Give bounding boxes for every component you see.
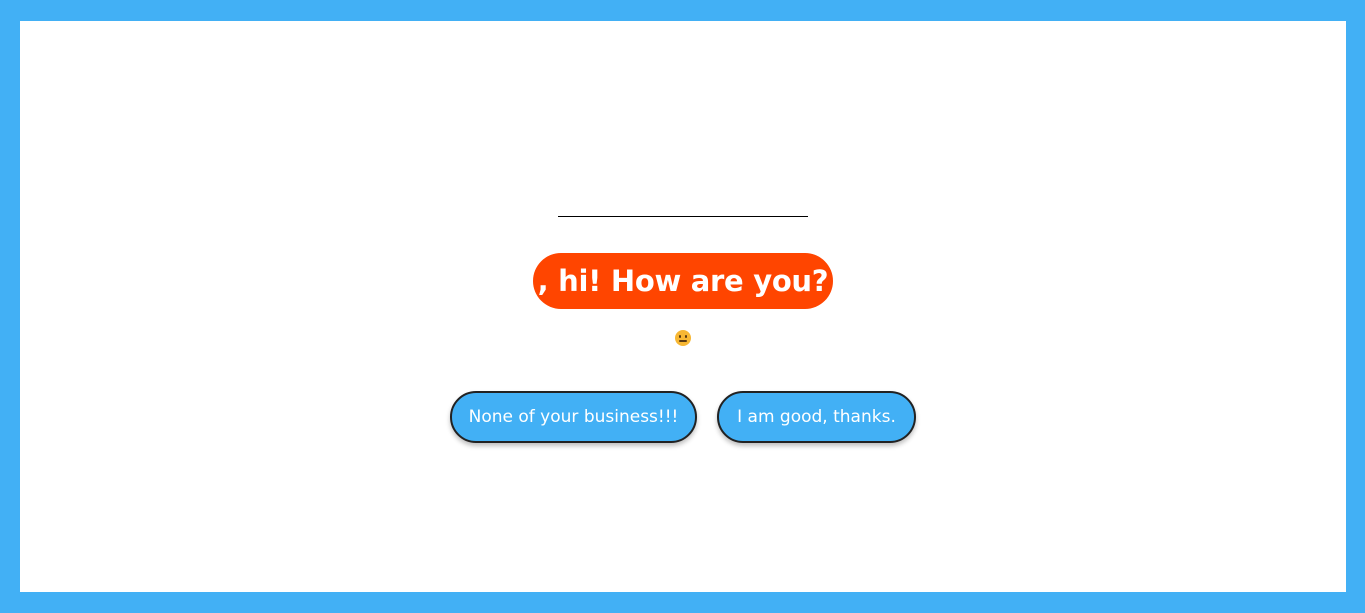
neutral-face-icon <box>675 330 691 346</box>
greeting-bubble: , hi! How are you? <box>533 253 833 309</box>
reply-good-thanks-button[interactable]: I am good, thanks. <box>717 391 916 443</box>
name-input[interactable] <box>558 181 808 217</box>
app-frame: , hi! How are you? None of your business… <box>20 21 1346 592</box>
reply-none-of-your-business-button[interactable]: None of your business!!! <box>450 391 697 443</box>
emoji-right-eye <box>685 335 687 338</box>
emoji-left-eye <box>679 335 681 338</box>
emoji-mouth <box>679 340 687 342</box>
